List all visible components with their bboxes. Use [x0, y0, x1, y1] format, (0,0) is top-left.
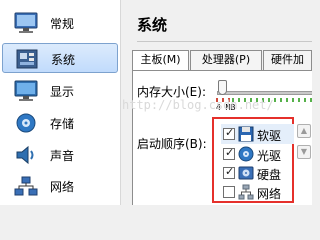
boot-network-checkbox[interactable] — [223, 186, 235, 198]
check-icon: ✓ — [225, 146, 235, 159]
boot-item-network[interactable]: 网络 — [221, 182, 294, 202]
sidebar-item-storage[interactable]: 存储 — [2, 108, 118, 138]
boot-item-label: 软驱 — [257, 129, 282, 143]
boot-order-label: 启动顺序(B): — [137, 137, 207, 151]
boot-order-list: ✓ 软驱 ✓ 光驱 ✓ 硬盘 网络 — [212, 117, 294, 203]
sidebar-item-label: 存储 — [50, 117, 75, 131]
sidebar-item-label: 常规 — [50, 17, 75, 31]
boot-item-label: 硬盘 — [257, 168, 282, 182]
boot-floppy-checkbox[interactable]: ✓ — [223, 126, 235, 140]
network-icon — [14, 176, 38, 196]
title-divider — [137, 41, 312, 42]
sidebar-item-network[interactable]: 网络 — [2, 171, 118, 201]
move-up-button[interactable]: ▲ — [297, 124, 311, 138]
arrow-up-icon: ▲ — [300, 126, 308, 135]
boot-item-optical[interactable]: ✓ 光驱 — [221, 144, 294, 164]
boot-item-label: 光驱 — [257, 149, 282, 163]
optical-disc-icon — [238, 146, 254, 162]
tab-acceleration[interactable]: 硬件加 — [263, 50, 312, 70]
check-icon: ✓ — [225, 126, 235, 139]
sidebar-item-label: 网络 — [50, 180, 75, 194]
settings-sidebar: 常规 系统 显示 存储 声音 网络 — [0, 0, 121, 205]
boot-harddisk-checkbox[interactable]: ✓ — [223, 165, 235, 179]
watermark-text: http://blog.csdn.net/ — [122, 98, 274, 112]
boot-optical-checkbox[interactable]: ✓ — [223, 146, 235, 160]
memory-slider-handle[interactable] — [218, 80, 227, 95]
sidebar-item-label: 系统 — [51, 53, 76, 67]
floppy-icon — [238, 126, 254, 142]
storage-disk-icon — [16, 113, 36, 133]
tab-processor[interactable]: 处理器(P) — [190, 50, 262, 70]
sidebar-item-audio[interactable]: 声音 — [2, 140, 118, 170]
network-icon — [238, 184, 254, 200]
tab-motherboard[interactable]: 主板(M) — [132, 50, 189, 71]
general-monitor-icon — [14, 12, 38, 33]
boot-item-floppy[interactable]: ✓ 软驱 — [221, 124, 294, 144]
boot-item-label: 网络 — [257, 187, 282, 201]
page-title: 系统 — [137, 16, 168, 34]
boot-item-harddisk[interactable]: ✓ 硬盘 — [221, 163, 294, 183]
sidebar-item-label: 显示 — [50, 85, 75, 99]
move-down-button[interactable]: ▼ — [297, 145, 311, 159]
audio-speaker-icon — [16, 145, 34, 165]
system-board-icon — [16, 49, 38, 69]
sidebar-item-label: 声音 — [50, 149, 75, 163]
check-icon: ✓ — [225, 165, 235, 178]
sidebar-item-general[interactable]: 常规 — [2, 8, 118, 38]
sidebar-item-system[interactable]: 系统 — [2, 43, 118, 73]
sidebar-item-display[interactable]: 显示 — [2, 76, 118, 106]
hard-disk-icon — [238, 166, 254, 180]
arrow-down-icon: ▼ — [300, 147, 308, 156]
memory-slider-track[interactable] — [217, 91, 312, 95]
display-monitor-icon — [14, 80, 38, 101]
